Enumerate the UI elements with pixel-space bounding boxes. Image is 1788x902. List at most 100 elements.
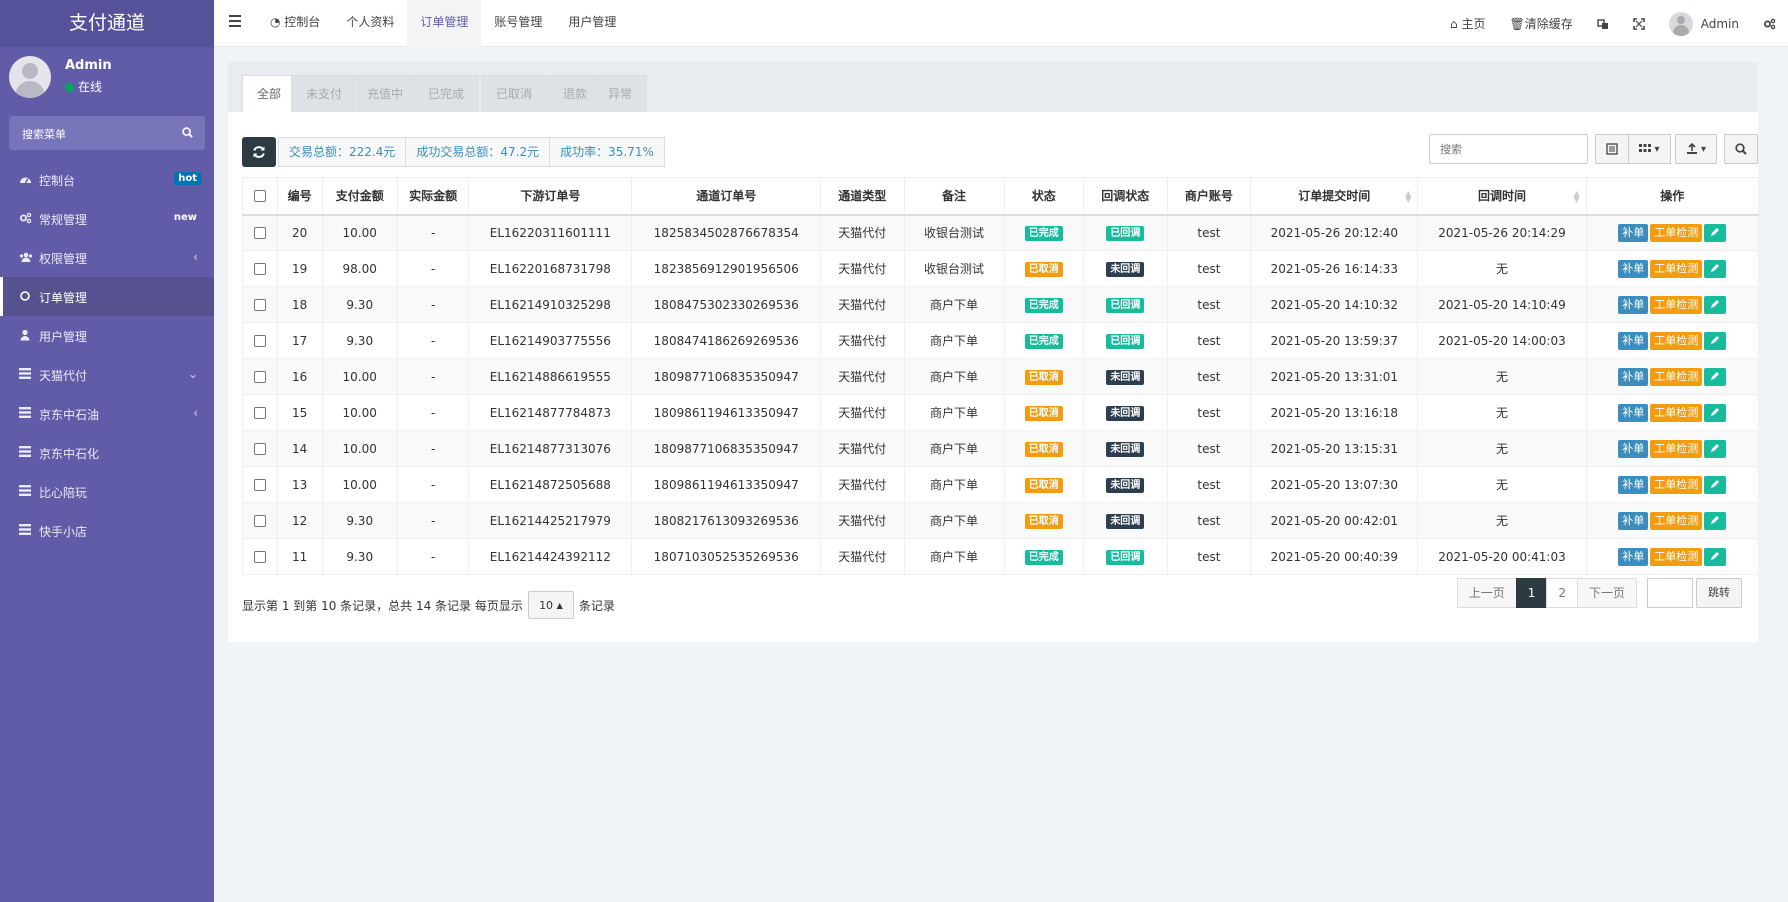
resubmit-button[interactable]: 补单	[1618, 439, 1649, 458]
top-nav-dashboard[interactable]: ◔ 控制台	[257, 0, 333, 47]
edit-button[interactable]	[1704, 511, 1727, 530]
jump-button[interactable]: 跳转	[1696, 578, 1742, 608]
edit-button[interactable]	[1704, 331, 1727, 350]
col-actual[interactable]: 实际金额	[396, 177, 470, 216]
tab-0[interactable]: 全部	[242, 75, 297, 112]
resubmit-button[interactable]: 补单	[1618, 295, 1649, 314]
row-checkbox[interactable]	[253, 551, 266, 563]
ticket-check-button[interactable]: 工单检测	[1650, 223, 1703, 242]
resubmit-button[interactable]: 补单	[1618, 259, 1649, 278]
edit-button[interactable]	[1704, 223, 1727, 242]
tab-1[interactable]: 未支付	[291, 75, 358, 112]
page-size-select[interactable]: 10 ▲	[527, 591, 574, 619]
select-all-checkbox[interactable]	[253, 190, 266, 203]
sidebar-item-4[interactable]: 用户管理	[0, 316, 214, 355]
top-nav-accounts[interactable]: 账号管理	[481, 0, 555, 47]
row-checkbox[interactable]	[253, 443, 266, 455]
tab-3[interactable]: 已完成	[413, 75, 480, 112]
ticket-check-button[interactable]: 工单检测	[1650, 295, 1703, 314]
language-icon[interactable]	[1597, 18, 1609, 30]
fullscreen-icon[interactable]	[1632, 17, 1645, 30]
sort-icon[interactable]: ▲ ▼	[1573, 190, 1579, 204]
menu-toggle-icon[interactable]	[229, 15, 241, 27]
sidebar-item-6[interactable]: 京东中石油 ‹	[0, 394, 214, 433]
home-link[interactable]: ⌂ 主页	[1450, 15, 1485, 32]
table-row[interactable]: 17 9.30- EL16214903775556 18084741862692695…	[242, 322, 1760, 359]
col-merchant[interactable]: 商户账号	[1166, 177, 1252, 216]
sidebar-item-5[interactable]: 天猫代付 ⌄	[0, 355, 214, 394]
toggle-view-button[interactable]	[1595, 134, 1629, 164]
edit-button[interactable]	[1704, 475, 1727, 494]
row-checkbox[interactable]	[253, 335, 266, 347]
sidebar-item-7[interactable]: 京东中石化	[0, 433, 214, 472]
ticket-check-button[interactable]: 工单检测	[1650, 511, 1703, 530]
table-row[interactable]: 14 10.00- EL16214877313076 1809877106835350…	[242, 430, 1760, 467]
row-checkbox[interactable]	[253, 479, 266, 491]
sidebar-item-8[interactable]: 比心陪玩	[0, 472, 214, 511]
col-amount[interactable]: 支付金额	[321, 177, 398, 216]
col-submit-time[interactable]: 订单提交时间 ▲ ▼	[1250, 177, 1419, 216]
sidebar-item-3[interactable]: 订单管理	[0, 277, 214, 316]
sidebar-item-0[interactable]: 控制台 hot	[0, 160, 214, 199]
table-row[interactable]: 12 9.30- EL16214425217979 18082176130932695…	[242, 502, 1760, 539]
jump-page-input[interactable]	[1647, 578, 1693, 608]
table-row[interactable]: 13 10.00- EL16214872505688 1809861194613350…	[242, 466, 1760, 503]
row-checkbox[interactable]	[253, 371, 266, 383]
ticket-check-button[interactable]: 工单检测	[1650, 259, 1703, 278]
user-menu[interactable]: Admin	[1668, 11, 1739, 36]
table-row[interactable]: 11 9.30- EL16214424392112 18071030525352695…	[242, 538, 1760, 575]
edit-button[interactable]	[1704, 367, 1727, 386]
col-remark[interactable]: 备注	[903, 177, 1005, 216]
top-nav-profile[interactable]: 个人资料	[333, 0, 407, 47]
resubmit-button[interactable]: 补单	[1618, 331, 1649, 350]
advanced-search-button[interactable]	[1724, 134, 1758, 164]
export-button[interactable]: ▾	[1675, 134, 1717, 164]
ticket-check-button[interactable]: 工单检测	[1650, 475, 1703, 494]
search-input[interactable]	[1430, 135, 1587, 163]
resubmit-button[interactable]: 补单	[1618, 367, 1649, 386]
columns-button[interactable]: ▾	[1628, 134, 1671, 164]
resubmit-button[interactable]: 补单	[1618, 547, 1649, 566]
refresh-button[interactable]	[242, 137, 276, 167]
sidebar-item-9[interactable]: 快手小店	[0, 511, 214, 550]
col-callback-status[interactable]: 回调状态	[1083, 177, 1168, 216]
top-nav-users[interactable]: 用户管理	[555, 0, 629, 47]
row-checkbox[interactable]	[253, 407, 266, 419]
resubmit-button[interactable]: 补单	[1618, 475, 1649, 494]
edit-button[interactable]	[1704, 259, 1727, 278]
edit-button[interactable]	[1704, 295, 1727, 314]
sidebar-item-1[interactable]: 常规管理 new	[0, 199, 214, 238]
sort-icon[interactable]: ▲ ▼	[1405, 190, 1411, 204]
edit-button[interactable]	[1704, 439, 1727, 458]
table-row[interactable]: 15 10.00- EL16214877784873 1809861194613350…	[242, 394, 1760, 431]
edit-button[interactable]	[1704, 403, 1727, 422]
tab-2[interactable]: 充值中	[352, 75, 419, 112]
resubmit-button[interactable]: 补单	[1618, 511, 1649, 530]
settings-cogs-icon[interactable]	[1763, 18, 1776, 30]
table-row[interactable]: 20 10.00- EL16220311601111 1825834502876678…	[242, 214, 1760, 251]
tab-6[interactable]: 异常	[593, 75, 648, 112]
sidebar-item-2[interactable]: 权限管理 ‹	[0, 238, 214, 277]
prev-page-button[interactable]: 上一页	[1456, 578, 1517, 608]
search-icon[interactable]	[182, 127, 193, 138]
next-page-button[interactable]: 下一页	[1576, 578, 1637, 608]
resubmit-button[interactable]: 补单	[1618, 403, 1649, 422]
row-checkbox[interactable]	[253, 263, 266, 275]
col-down-order[interactable]: 下游订单号	[468, 177, 633, 216]
row-checkbox[interactable]	[253, 299, 266, 311]
page-2-button[interactable]: 2	[1546, 578, 1578, 608]
col-status[interactable]: 状态	[1003, 177, 1085, 216]
edit-button[interactable]	[1704, 547, 1727, 566]
tab-4[interactable]: 已取消	[481, 75, 548, 112]
table-row[interactable]: 16 10.00- EL16214886619555 1809877106835350…	[242, 358, 1760, 395]
top-nav-orders[interactable]: 订单管理	[407, 0, 482, 47]
ticket-check-button[interactable]: 工单检测	[1650, 439, 1703, 458]
col-id[interactable]: 编号	[276, 177, 323, 216]
col-channel-type[interactable]: 通道类型	[820, 177, 905, 216]
page-1-button[interactable]: 1	[1515, 578, 1548, 608]
ticket-check-button[interactable]: 工单检测	[1650, 547, 1703, 566]
table-row[interactable]: 18 9.30- EL16214910325298 18084753023302695…	[242, 286, 1760, 323]
app-logo[interactable]: 支付通道	[0, 0, 214, 47]
ticket-check-button[interactable]: 工单检测	[1650, 403, 1703, 422]
clear-cache-button[interactable]: 🗑 清除缓存	[1510, 15, 1573, 32]
